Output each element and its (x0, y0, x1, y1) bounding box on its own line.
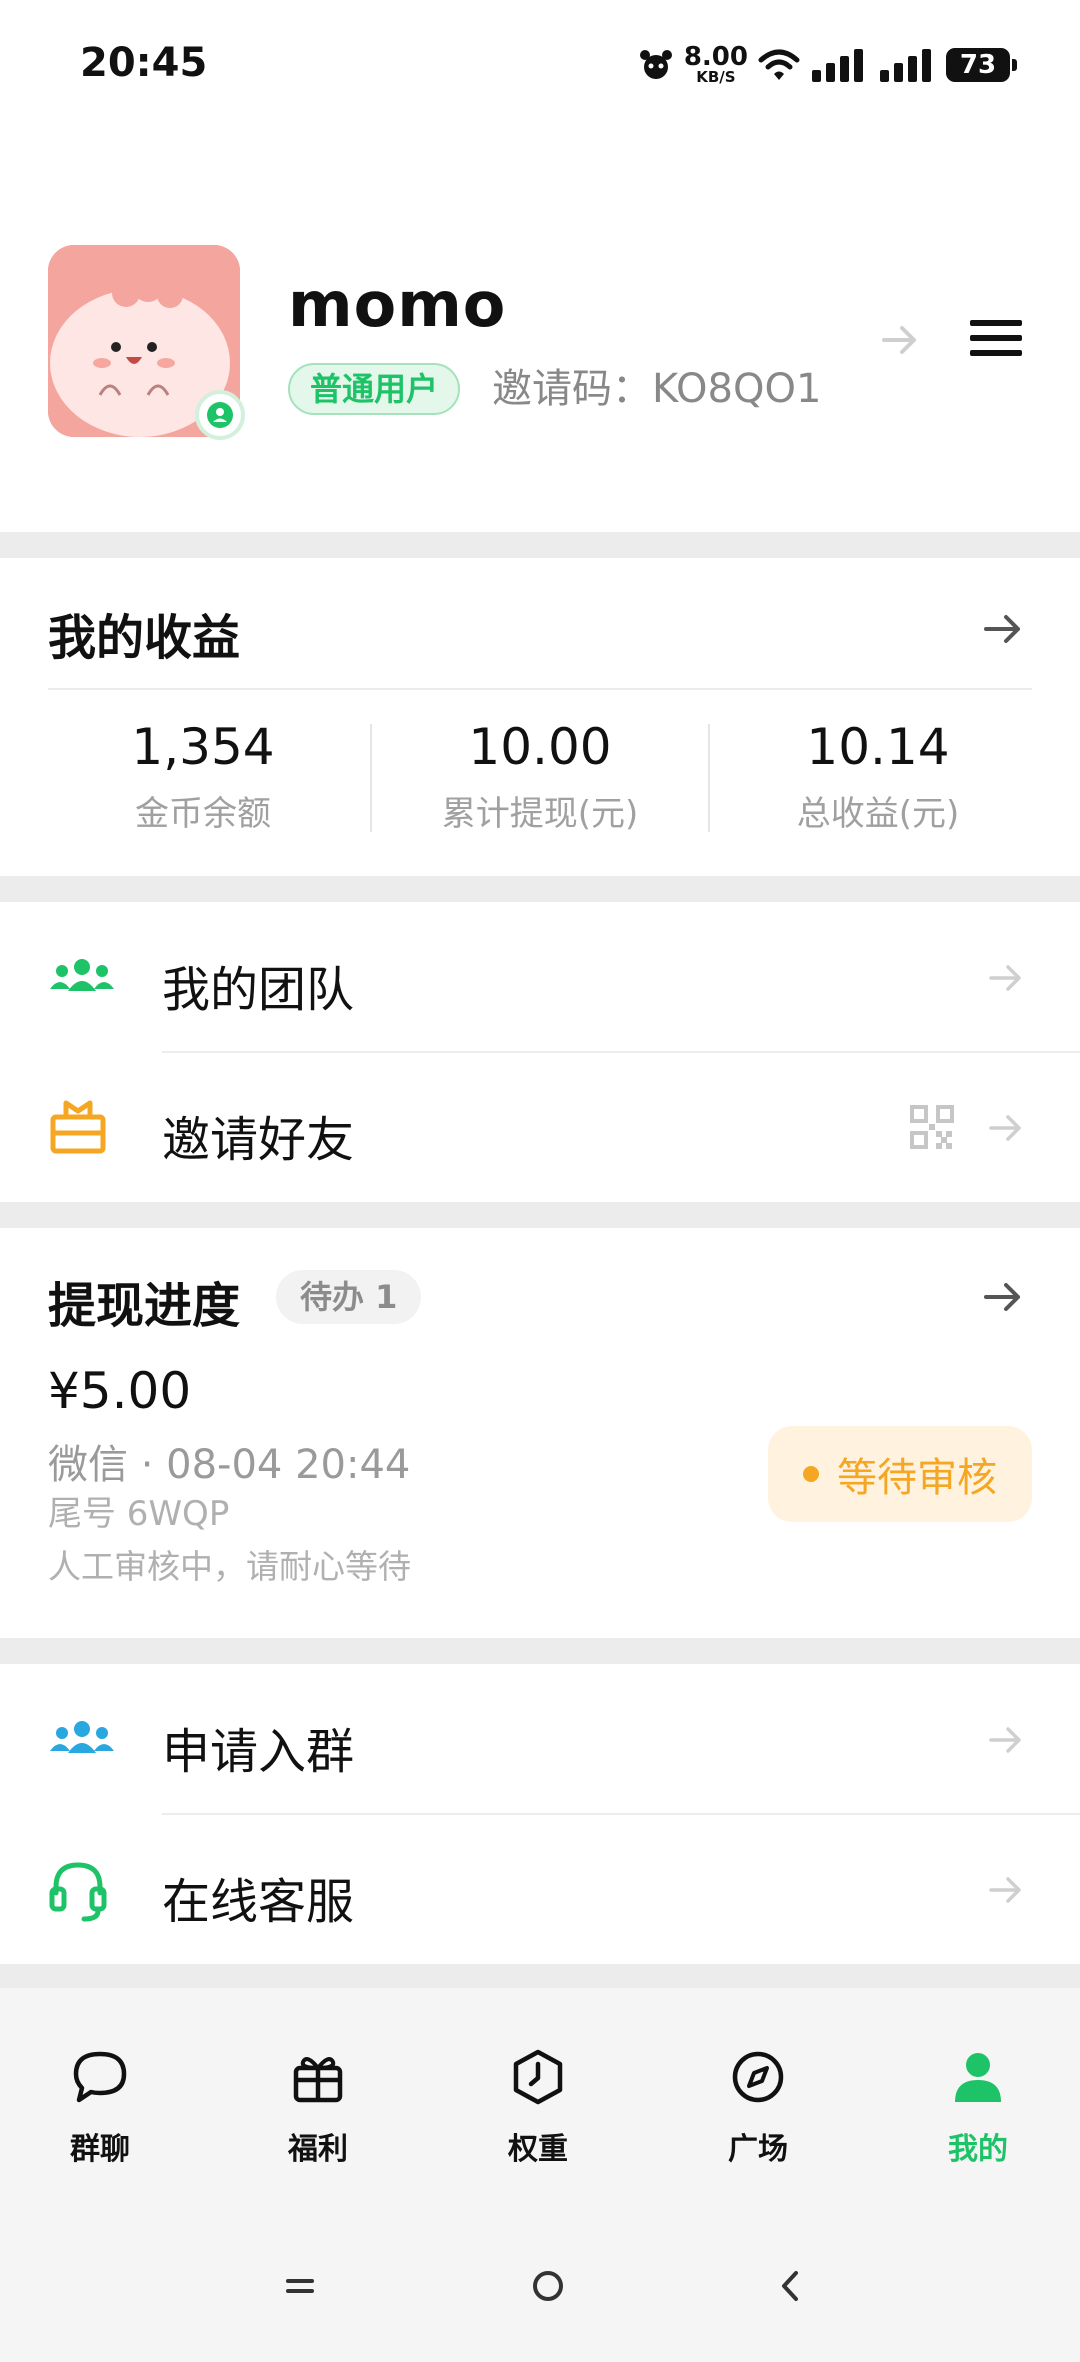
signal-icon (812, 48, 863, 82)
stat-coin-balance[interactable]: 1,354 金币余额 (38, 718, 368, 835)
bottom-tab-bar: 群聊 福利 权重 广场 我的 (0, 1988, 1080, 2228)
withdraw-title: 提现进度 (48, 1278, 241, 1334)
tab-label: 广场 (728, 2132, 788, 2167)
headset-icon (49, 1862, 107, 1922)
battery-indicator: 73 (946, 47, 1017, 82)
username: momo (288, 268, 507, 341)
home-icon[interactable] (530, 2270, 566, 2306)
withdraw-amount: ¥5.00 (48, 1362, 192, 1420)
stat-label: 总收益(元) (796, 794, 960, 834)
stat-value: 10.14 (806, 718, 950, 776)
team-icon (50, 959, 114, 991)
wifi-icon (758, 49, 800, 80)
alarm-icon (639, 49, 672, 79)
menu-item-label: 在线客服 (162, 1874, 355, 1930)
tab-label: 福利 (288, 2132, 348, 2167)
stat-total-income[interactable]: 10.14 总收益(元) (713, 718, 1043, 835)
system-nav-bar (0, 2228, 1080, 2362)
signal-icon-2 (880, 48, 931, 82)
verified-badge (195, 390, 245, 440)
menu-item-my-team[interactable]: 我的团队 (0, 902, 1080, 1052)
stat-label: 金币余额 (135, 794, 271, 834)
recent-apps-icon[interactable] (284, 2270, 316, 2302)
stat-label: 累计提现(元) (441, 794, 639, 834)
profile-arrow-icon[interactable] (880, 320, 920, 360)
chevron-arrow-icon (989, 1727, 1021, 1753)
chevron-arrow-icon (989, 1877, 1021, 1903)
tab-group-chat[interactable]: 群聊 (0, 2048, 200, 2168)
status-bar: 20:45 8.00 KB/S 73 (0, 0, 1080, 130)
earnings-arrow-icon[interactable] (982, 608, 1024, 650)
tab-label: 权重 (508, 2132, 568, 2167)
tab-label: 我的 (948, 2132, 1008, 2167)
profile-header[interactable]: momo 普通用户 邀请码：KO8QO1 (0, 240, 1080, 440)
tab-label: 群聊 (70, 2132, 130, 2167)
back-icon[interactable] (774, 2270, 806, 2302)
stat-value: 10.00 (468, 718, 612, 776)
chevron-arrow-icon (989, 965, 1021, 991)
invite-code[interactable]: 邀请码：KO8QO1 (492, 363, 821, 415)
person-icon (955, 2053, 1001, 2102)
hamburger-menu-icon[interactable] (970, 318, 1022, 358)
earnings-divider (48, 688, 1032, 690)
status-time: 20:45 (80, 40, 208, 86)
stat-total-withdrawn[interactable]: 10.00 累计提现(元) (375, 718, 705, 835)
menu-item-online-support[interactable]: 在线客服 (0, 1814, 1080, 1964)
user-level-badge: 普通用户 (288, 363, 461, 415)
section-separator (0, 876, 1080, 902)
withdraw-note: 人工审核中，请耐心等待 (48, 1547, 411, 1586)
compass-icon (732, 2051, 784, 2103)
gift-icon (293, 2057, 343, 2103)
tab-square[interactable]: 广场 (658, 2048, 858, 2168)
withdraw-account-tail: 尾号 6WQP (48, 1494, 230, 1534)
qr-code-icon[interactable] (910, 1105, 954, 1149)
withdraw-arrow-icon[interactable] (982, 1276, 1024, 1318)
status-text: 等待审核 (837, 1455, 997, 1501)
status-icons: 8.00 KB/S 73 (638, 42, 1017, 86)
section-separator (0, 1964, 1080, 1988)
person-badge-icon (207, 402, 233, 428)
menu-item-join-group[interactable]: 申请入群 (0, 1664, 1080, 1814)
status-dot (803, 1466, 819, 1482)
clock-hexagon-icon (513, 2049, 563, 2105)
withdraw-status-badge: 等待审核 (768, 1426, 1032, 1522)
stat-value: 1,354 (131, 718, 275, 776)
chat-icon (73, 2051, 127, 2103)
menu-item-label: 申请入群 (162, 1724, 355, 1780)
stat-divider (370, 724, 372, 832)
todo-badge: 待办 1 (276, 1270, 422, 1324)
section-separator (0, 1202, 1080, 1228)
menu-item-label: 邀请好友 (162, 1112, 355, 1168)
section-separator (0, 1638, 1080, 1664)
gift-box-icon (50, 1100, 106, 1154)
menu-item-label: 我的团队 (162, 962, 355, 1018)
menu-item-invite-friends[interactable]: 邀请好友 (0, 1052, 1080, 1202)
group-icon (50, 1721, 114, 1753)
tab-welfare[interactable]: 福利 (218, 2048, 418, 2168)
earnings-title: 我的收益 (48, 610, 241, 666)
withdraw-method-time: 微信 · 08-04 20:44 (48, 1442, 411, 1488)
net-speed: 8.00 KB/S (683, 42, 748, 86)
tab-mine[interactable]: 我的 (878, 2048, 1078, 2168)
stat-divider (708, 724, 710, 832)
section-separator (0, 532, 1080, 558)
tab-weight[interactable]: 权重 (438, 2048, 638, 2168)
chevron-arrow-icon (989, 1115, 1021, 1141)
